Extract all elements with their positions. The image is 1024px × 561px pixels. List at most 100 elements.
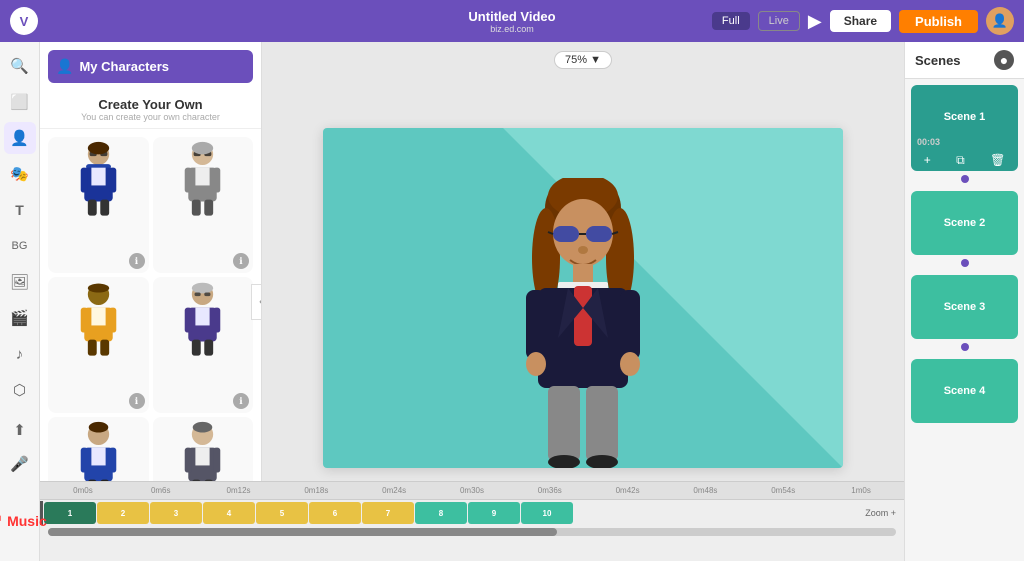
icon-bar: 🔍 ⬜ 👤 🎭 T BG 🖼 🎬 ♪ ⬡ ⬆ 🎤 xyxy=(0,42,40,561)
canvas-viewport xyxy=(262,78,904,517)
canvas-background xyxy=(323,128,843,468)
scene-card-inner-4: Scene 4 xyxy=(911,359,1018,423)
scene-add-btn-1[interactable]: + xyxy=(924,153,931,167)
character-svg-3 xyxy=(71,281,126,361)
clip-6[interactable]: 6 xyxy=(309,502,361,524)
canvas-top-bar: 75% ▼ xyxy=(262,42,904,78)
ruler-4: 0m24s xyxy=(355,486,433,495)
character-item-1[interactable]: ℹ xyxy=(48,137,149,273)
live-button[interactable]: Live xyxy=(758,11,800,31)
bottom-icons: ⬆ 🎤 xyxy=(4,410,36,484)
ruler-6: 0m36s xyxy=(511,486,589,495)
user-avatar: 👤 xyxy=(986,7,1014,35)
images-icon-btn[interactable]: 🖼 xyxy=(4,266,36,298)
scene-card-inner-1: Scene 1 00:03 xyxy=(911,85,1018,149)
my-characters-label: My Characters xyxy=(79,59,169,74)
char-info-icon-1[interactable]: ℹ xyxy=(129,253,145,269)
character-figure-2 xyxy=(173,141,233,221)
upload-icon-btn[interactable]: ⬆ xyxy=(4,414,36,446)
character-item-4[interactable]: ℹ xyxy=(153,277,254,413)
top-bar: V Untitled Video biz.ed.com Full Live ▶ … xyxy=(0,0,1024,42)
stickers-icon-btn[interactable]: ⬡ xyxy=(4,374,36,406)
zoom-control[interactable]: 75% ▼ xyxy=(554,51,612,69)
top-bar-left: V xyxy=(10,7,38,35)
ruler-8: 0m48s xyxy=(667,486,745,495)
video-subtitle: biz.ed.com xyxy=(468,24,555,34)
scene-delete-btn-1[interactable]: 🗑 xyxy=(990,153,1005,167)
scenes-icon-btn[interactable]: ⬜ xyxy=(4,86,36,118)
timeline-scrollbar[interactable] xyxy=(48,528,896,536)
panel-collapse-chevron[interactable]: ‹ xyxy=(251,284,262,320)
video-icon-btn[interactable]: 🎬 xyxy=(4,302,36,334)
scene-card-1[interactable]: Scene 1 00:03 + ⧉ 🗑 xyxy=(911,85,1018,171)
create-own-title[interactable]: Create Your Own xyxy=(46,97,255,112)
char-info-icon-2[interactable]: ℹ xyxy=(233,253,249,269)
scene-card-inner-3: Scene 3 xyxy=(911,275,1018,339)
clip-7[interactable]: 7 xyxy=(362,502,414,524)
share-button[interactable]: Share xyxy=(830,10,891,32)
timeline-track-1: 1 2 3 4 5 6 7 8 9 10 Zoom + xyxy=(40,500,904,526)
timeline-scrollbar-thumb[interactable] xyxy=(48,528,557,536)
scene-card-actions-1: + ⧉ 🗑 xyxy=(911,149,1018,171)
character-item-2[interactable]: ℹ xyxy=(153,137,254,273)
character-figure-4 xyxy=(173,281,233,361)
scene-separator-2 xyxy=(961,259,969,267)
text-icon-btn[interactable]: T xyxy=(4,194,36,226)
clip-9[interactable]: 9 xyxy=(468,502,520,524)
scene2-icon-btn[interactable]: 🎭 xyxy=(4,158,36,190)
video-title: Untitled Video xyxy=(468,9,555,24)
full-button[interactable]: Full xyxy=(712,12,750,30)
scene-separator-1 xyxy=(961,175,969,183)
ruler-3: 0m18s xyxy=(277,486,355,495)
scene-card-3[interactable]: Scene 3 xyxy=(911,275,1018,339)
char-info-icon-3[interactable]: ℹ xyxy=(129,393,145,409)
characters-icon-btn[interactable]: 👤 xyxy=(4,122,36,154)
character-figure-3 xyxy=(68,281,128,361)
ruler-2: 0m12s xyxy=(200,486,278,495)
ruler-9: 0m54s xyxy=(744,486,822,495)
voice-icon-btn[interactable]: 🎤 xyxy=(4,448,36,480)
scene-card-2[interactable]: Scene 2 xyxy=(911,191,1018,255)
scene-card-label-2: Scene 2 xyxy=(944,217,986,229)
publish-button[interactable]: Publish xyxy=(899,10,978,33)
top-bar-right: Full Live ▶ Share Publish 👤 xyxy=(712,7,1014,35)
scenes-add-button[interactable]: ● xyxy=(994,50,1014,70)
music-text-label: Music xyxy=(7,513,47,529)
zoom-control-timeline[interactable]: Zoom + xyxy=(865,508,904,518)
music-icon-btn[interactable]: ♪ xyxy=(4,338,36,370)
character-item-3[interactable]: ℹ xyxy=(48,277,149,413)
play-top-button[interactable]: ▶ xyxy=(808,11,822,32)
search-icon-btn[interactable]: 🔍 xyxy=(4,50,36,82)
clip-1[interactable]: 1 xyxy=(44,502,96,524)
ruler-1: 0m6s xyxy=(122,486,200,495)
char-info-icon-4[interactable]: ℹ xyxy=(233,393,249,409)
character-figure-1 xyxy=(68,141,128,221)
scene-separator-3 xyxy=(961,343,969,351)
character-svg-2 xyxy=(175,141,230,221)
ruler-0: 0m0s xyxy=(44,486,122,495)
clip-8[interactable]: 8 xyxy=(415,502,467,524)
app-logo: V xyxy=(10,7,38,35)
create-own-subtitle: You can create your own character xyxy=(46,112,255,122)
ruler-10: 1m0s xyxy=(822,486,900,495)
scene-card-label-4: Scene 4 xyxy=(944,385,986,397)
scene-card-inner-2: Scene 2 xyxy=(911,191,1018,255)
clip-2[interactable]: 2 xyxy=(97,502,149,524)
timeline: ↗ Music 0m0s 0m6s 0m12s 0m18s 0m24s 0m30… xyxy=(40,481,904,561)
character-tab-icon: 👤 xyxy=(56,58,73,75)
create-own-section: Create Your Own You can create your own … xyxy=(40,91,261,129)
scene-card-label-3: Scene 3 xyxy=(944,301,986,313)
canvas-main-character[interactable] xyxy=(518,178,648,468)
scene-copy-btn-1[interactable]: ⧉ xyxy=(956,153,965,168)
scene-card-4[interactable]: Scene 4 xyxy=(911,359,1018,423)
character-svg-1 xyxy=(71,141,126,221)
scene-time-1: 00:03 xyxy=(917,137,940,147)
clip-3[interactable]: 3 xyxy=(150,502,202,524)
clip-10[interactable]: 10 xyxy=(521,502,573,524)
my-characters-tab[interactable]: 👤 My Characters xyxy=(48,50,253,83)
music-arrow-icon: ↗ xyxy=(0,510,3,531)
scene-card-label-1: Scene 1 xyxy=(944,111,986,123)
clip-4[interactable]: 4 xyxy=(203,502,255,524)
bg-icon-btn[interactable]: BG xyxy=(4,230,36,262)
clip-5[interactable]: 5 xyxy=(256,502,308,524)
